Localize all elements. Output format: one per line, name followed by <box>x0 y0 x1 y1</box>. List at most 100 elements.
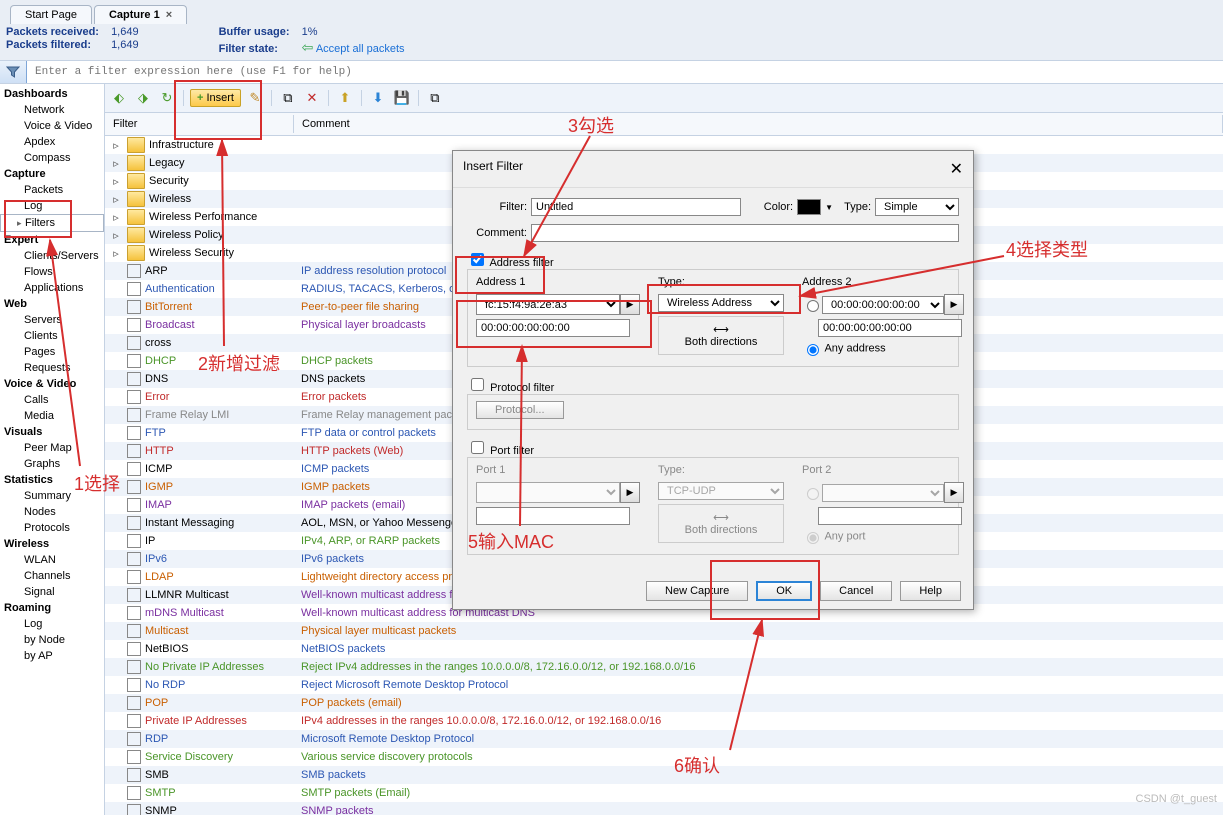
col-comment[interactable]: Comment <box>294 115 1223 133</box>
address1-mac-select[interactable]: fc:15:f4:9a:2e:a3 <box>476 294 620 315</box>
address-type-select[interactable]: Wireless Address <box>658 294 784 312</box>
nav-item[interactable]: Clients <box>0 328 104 344</box>
nav-item[interactable]: Media <box>0 408 104 424</box>
nav-item[interactable]: Log <box>0 198 104 214</box>
filter-row[interactable]: SMBSMB packets <box>105 766 1223 784</box>
insert-filter-dialog: Insert Filter✕ Filter: Color: ▼ Type: Si… <box>452 150 974 610</box>
nav-item[interactable]: Network <box>0 102 104 118</box>
new-capture-button[interactable]: New Capture <box>646 581 748 601</box>
filter-row[interactable]: Service DiscoveryVarious service discove… <box>105 748 1223 766</box>
nav-item[interactable]: Packets <box>0 182 104 198</box>
port1-input <box>476 507 630 525</box>
delete-icon[interactable]: ✕ <box>302 89 322 107</box>
address1-mac-input[interactable] <box>476 319 630 337</box>
nav-header: Statistics <box>0 472 104 488</box>
filter-row[interactable]: Private IP AddressesIPv4 addresses in th… <box>105 712 1223 730</box>
direction-box[interactable]: ⟷Both directions <box>658 316 784 355</box>
nav-item[interactable]: Clients/Servers <box>0 248 104 264</box>
port-filter-label: Port filter <box>490 445 534 457</box>
address-filter-checkbox[interactable] <box>471 253 484 266</box>
nav-item[interactable]: Applications <box>0 280 104 296</box>
port1-arrow-icon: ▶ <box>620 482 640 503</box>
insert-button[interactable]: +Insert <box>190 89 241 107</box>
save-icon[interactable]: 💾 <box>392 89 412 107</box>
cancel-button[interactable]: Cancel <box>820 581 892 601</box>
comment-input[interactable] <box>531 224 959 242</box>
port2-arrow-icon: ▶ <box>944 482 964 503</box>
port2-input <box>818 507 962 525</box>
filter-row[interactable]: No RDPReject Microsoft Remote Desktop Pr… <box>105 676 1223 694</box>
filter-expression-input[interactable] <box>27 63 1223 81</box>
nav-item[interactable]: Peer Map <box>0 440 104 456</box>
filter-name-input[interactable] <box>531 198 741 216</box>
nav-item[interactable]: Flows <box>0 264 104 280</box>
nav-fwd-icon[interactable]: ⬗ <box>133 89 153 107</box>
filter-row[interactable]: POPPOP packets (email) <box>105 694 1223 712</box>
port2-select <box>822 484 944 502</box>
nav-item[interactable]: Requests <box>0 360 104 376</box>
nav-item[interactable]: Channels <box>0 568 104 584</box>
export-icon[interactable]: ⬆ <box>335 89 355 107</box>
filter-row[interactable]: MulticastPhysical layer multicast packet… <box>105 622 1223 640</box>
filter-type-select[interactable]: Simple <box>875 198 959 216</box>
dialog-close-icon[interactable]: ✕ <box>950 159 963 179</box>
import-icon[interactable]: ⬇ <box>368 89 388 107</box>
nav-item[interactable]: Compass <box>0 150 104 166</box>
any-address-label: Any address <box>824 342 885 354</box>
nav-item[interactable]: Protocols <box>0 520 104 536</box>
address2-radio[interactable] <box>807 300 819 312</box>
nav-item[interactable]: Nodes <box>0 504 104 520</box>
nav-back-icon[interactable]: ⬖ <box>109 89 129 107</box>
addr-type-label: Type: <box>658 276 784 288</box>
address1-arrow-icon[interactable]: ▶ <box>620 294 640 315</box>
edit-icon[interactable]: ✎ <box>245 89 265 107</box>
accept-arrow-icon: ⇦ <box>302 39 314 55</box>
color-swatch[interactable] <box>797 199 821 215</box>
address2-arrow-icon[interactable]: ▶ <box>944 294 964 315</box>
buffer-usage-value: 1% <box>302 26 318 38</box>
nav-item[interactable]: Pages <box>0 344 104 360</box>
nav-item[interactable]: Calls <box>0 392 104 408</box>
protocol-filter-checkbox[interactable] <box>471 378 484 391</box>
close-tab-icon[interactable]: × <box>166 9 172 21</box>
nav-header: Roaming <box>0 600 104 616</box>
duplicate-icon[interactable]: ⧉ <box>425 89 445 107</box>
filter-expr-icon[interactable] <box>0 61 27 83</box>
nav-item[interactable]: Servers <box>0 312 104 328</box>
nav-header: Expert <box>0 232 104 248</box>
filter-row[interactable]: NetBIOSNetBIOS packets <box>105 640 1223 658</box>
nav-item[interactable]: Voice & Video <box>0 118 104 134</box>
filter-row[interactable]: RDPMicrosoft Remote Desktop Protocol <box>105 730 1223 748</box>
nav-item[interactable]: Signal <box>0 584 104 600</box>
address2-mac-input[interactable] <box>818 319 962 337</box>
port1-label: Port 1 <box>476 464 640 476</box>
any-address-radio[interactable] <box>807 344 819 356</box>
filter-row[interactable]: No Private IP AddressesReject IPv4 addre… <box>105 658 1223 676</box>
port-direction-box: ⟷Both directions <box>658 504 784 543</box>
dialog-title: Insert Filter <box>463 159 523 179</box>
filter-state-value[interactable]: Accept all packets <box>316 43 405 55</box>
tab-start-page[interactable]: Start Page <box>10 5 92 24</box>
filter-row[interactable]: SMTPSMTP packets (Email) <box>105 784 1223 802</box>
nav-header: Visuals <box>0 424 104 440</box>
nav-item[interactable]: ▸Filters <box>0 214 104 232</box>
nav-item[interactable]: Graphs <box>0 456 104 472</box>
nav-item[interactable]: by Node <box>0 632 104 648</box>
nav-item[interactable]: Log <box>0 616 104 632</box>
copy-icon[interactable]: ⧉ <box>278 89 298 107</box>
nav-item[interactable]: by AP <box>0 648 104 664</box>
help-button[interactable]: Help <box>900 581 961 601</box>
ok-button[interactable]: OK <box>756 581 812 601</box>
buffer-usage-label: Buffer usage: <box>219 26 299 38</box>
nav-item[interactable]: Apdex <box>0 134 104 150</box>
tab-capture-1[interactable]: Capture 1 × <box>94 5 187 24</box>
nav-item[interactable]: WLAN <box>0 552 104 568</box>
port-filter-checkbox[interactable] <box>471 441 484 454</box>
address2-mac-select[interactable]: 00:00:00:00:00:00 <box>822 296 944 314</box>
col-filter[interactable]: Filter <box>105 115 294 133</box>
address1-label: Address 1 <box>476 276 640 288</box>
port-type-label: Type: <box>658 464 784 476</box>
refresh-icon[interactable]: ↻ <box>157 89 177 107</box>
nav-header: Voice & Video <box>0 376 104 392</box>
nav-item[interactable]: Summary <box>0 488 104 504</box>
